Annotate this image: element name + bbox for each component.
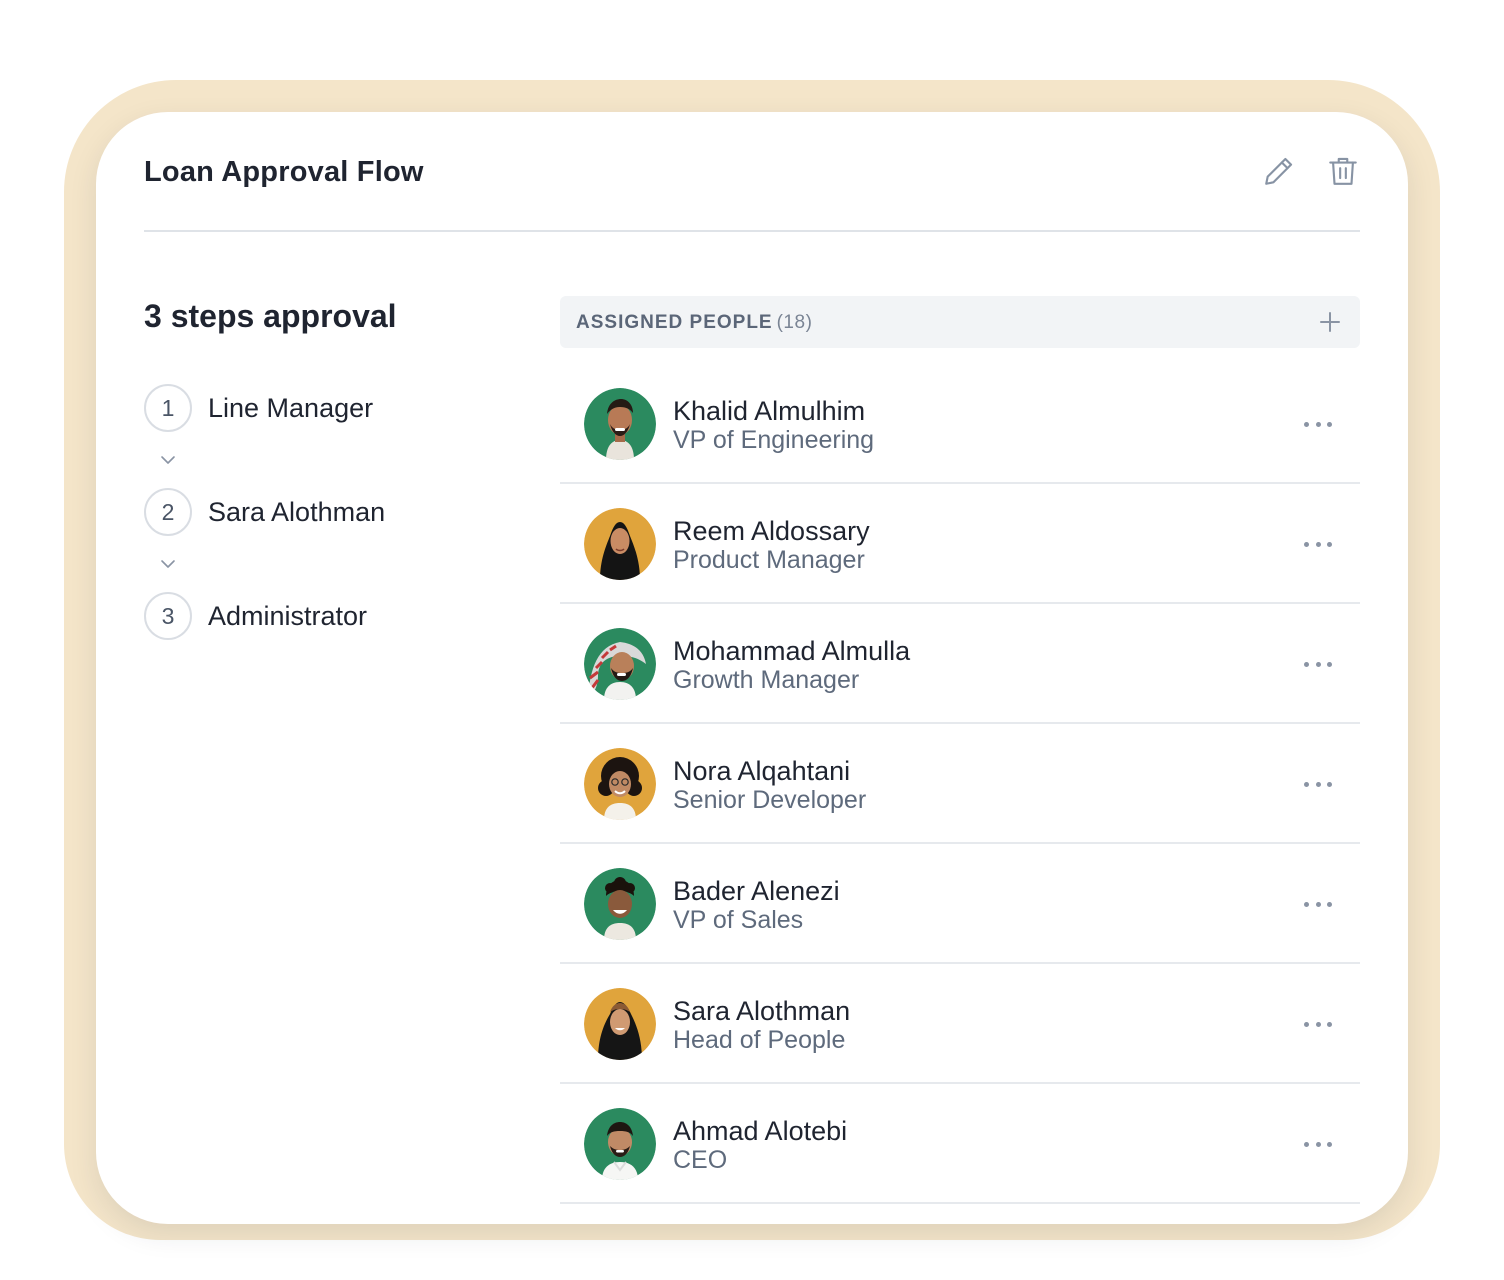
avatar (584, 628, 656, 700)
more-options-button[interactable] (1304, 892, 1332, 916)
avatar (584, 388, 656, 460)
person-name: Reem Aldossary (673, 516, 870, 546)
more-dot (1315, 421, 1321, 427)
person-role: CEO (673, 1146, 728, 1174)
more-options-button[interactable] (1304, 772, 1332, 796)
pencil-icon (1265, 157, 1293, 185)
more-dot (1327, 1141, 1332, 1147)
more-options-button[interactable] (1304, 1012, 1332, 1036)
avatar (584, 748, 656, 820)
person-name: Bader Alenezi (673, 876, 840, 906)
list-item: Bader Alenezi VP of Sales (560, 844, 1360, 964)
more-dot (1304, 661, 1309, 667)
delete-button[interactable] (1326, 154, 1360, 188)
assigned-label-text: ASSIGNED PEOPLE (576, 312, 773, 333)
more-dot (1327, 421, 1332, 427)
edit-button[interactable] (1262, 154, 1296, 188)
approval-flow-card: Loan Approval Flow 3 steps approval 1 Li… (96, 112, 1408, 1224)
chevron-down-icon (158, 554, 178, 574)
more-dot (1327, 1021, 1332, 1027)
assigned-people-header: ASSIGNED PEOPLE (18) (560, 296, 1360, 348)
trash-icon (1329, 157, 1357, 185)
plus-icon (1320, 312, 1340, 332)
more-options-button[interactable] (1304, 1132, 1332, 1156)
person-name: Khalid Almulhim (673, 396, 866, 426)
avatar (584, 868, 656, 940)
steps-title: 3 steps approval (144, 298, 397, 334)
step-sara-alothman[interactable]: 2 Sara Alothman (144, 488, 385, 536)
more-options-button[interactable] (1304, 652, 1332, 676)
more-dot (1327, 901, 1332, 907)
avatar (584, 988, 656, 1060)
chevron-down-icon (158, 450, 178, 470)
person-name: Nora Alqahtani (673, 756, 851, 786)
more-options-button[interactable] (1304, 412, 1332, 436)
person-name: Ahmad Alotebi (673, 1116, 848, 1146)
person-name: Mohammad Almulla (673, 636, 911, 666)
avatar (584, 1108, 656, 1180)
list-item: Khalid Almulhim VP of Engineering (560, 364, 1360, 484)
list-item: Sara Alothman Head of People (560, 964, 1360, 1084)
more-dot (1315, 901, 1321, 907)
person-role: Product Manager (673, 546, 865, 574)
assigned-count: (18) (776, 312, 813, 333)
more-dot (1304, 421, 1309, 427)
step-label: Line Manager (208, 392, 374, 423)
more-dot (1315, 1141, 1321, 1147)
person-role: VP of Engineering (673, 426, 875, 454)
assigned-people-label: ASSIGNED PEOPLE (18) (576, 312, 812, 334)
step-label: Sara Alothman (208, 496, 386, 527)
more-dot (1304, 1021, 1309, 1027)
person-role: Senior Developer (673, 786, 867, 814)
card-header: Loan Approval Flow (144, 112, 1360, 232)
more-dot (1327, 541, 1332, 547)
avatar (584, 508, 656, 580)
step-line-manager[interactable]: 1 Line Manager (144, 384, 373, 432)
more-dot (1304, 541, 1309, 547)
card-title: Loan Approval Flow (144, 156, 424, 188)
more-dot (1327, 781, 1332, 787)
step-number: 3 (144, 592, 192, 640)
person-role: Growth Manager (673, 666, 860, 694)
step-number: 1 (144, 384, 192, 432)
step-label: Administrator (208, 600, 368, 631)
people-list: Khalid Almulhim VP of Engineering Reem A… (560, 364, 1360, 1204)
list-item: Mohammad Almulla Growth Manager (560, 604, 1360, 724)
list-item: Nora Alqahtani Senior Developer (560, 724, 1360, 844)
more-dot (1304, 1141, 1309, 1147)
more-dot (1315, 781, 1321, 787)
step-administrator[interactable]: 3 Administrator (144, 592, 367, 640)
step-number: 2 (144, 488, 192, 536)
person-role: Head of People (673, 1026, 846, 1054)
person-role: VP of Sales (673, 906, 804, 934)
list-item: Ahmad Alotebi CEO (560, 1084, 1360, 1204)
list-item: Reem Aldossary Product Manager (560, 484, 1360, 604)
more-options-button[interactable] (1304, 532, 1332, 556)
more-dot (1304, 901, 1309, 907)
more-dot (1327, 661, 1332, 667)
more-dot (1315, 541, 1321, 547)
person-name: Sara Alothman (673, 996, 851, 1026)
more-dot (1304, 781, 1309, 787)
add-person-button[interactable] (1316, 308, 1344, 336)
more-dot (1315, 1021, 1321, 1027)
more-dot (1315, 661, 1321, 667)
